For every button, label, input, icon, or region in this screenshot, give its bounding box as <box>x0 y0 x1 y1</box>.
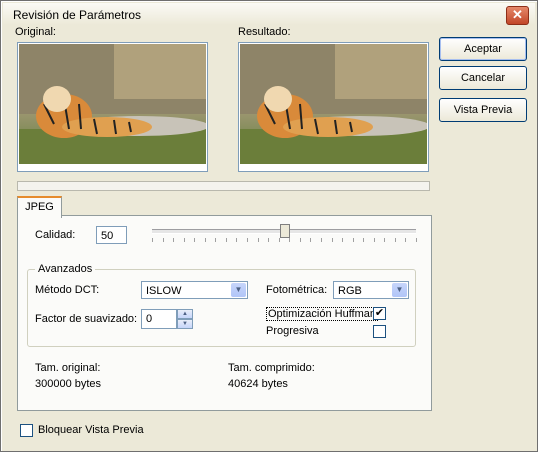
original-size-value: 300000 bytes <box>35 378 102 390</box>
check-icon: ✔ <box>374 307 385 319</box>
slider-tick <box>363 238 365 242</box>
original-label: Original: <box>15 26 56 38</box>
slider-tick <box>352 238 354 242</box>
slider-tick <box>225 238 227 242</box>
slider-tick <box>236 238 238 242</box>
cancel-button[interactable]: Cancelar <box>439 66 527 90</box>
slider-tick <box>416 238 417 242</box>
advanced-group-title: Avanzados <box>35 263 96 275</box>
slider-tick <box>394 238 396 242</box>
slider-tick <box>342 238 344 242</box>
smoothing-label: Factor de suavizado: <box>35 313 138 325</box>
compressed-size-label: Tam. comprimido: <box>228 362 315 374</box>
huffman-label[interactable]: Optimización Huffman <box>266 307 379 321</box>
result-preview <box>238 42 429 172</box>
dct-method-select[interactable]: ISLOW ▼ <box>141 281 248 299</box>
slider-tick <box>384 238 386 242</box>
slider-tick <box>373 238 375 242</box>
slider-tick <box>204 238 206 242</box>
slider-tick <box>247 238 249 242</box>
chevron-down-icon[interactable]: ▼ <box>392 283 407 297</box>
compressed-size-value: 40624 bytes <box>228 378 288 390</box>
photometric-select[interactable]: RGB ▼ <box>333 281 409 299</box>
progress-bar <box>17 181 430 191</box>
spin-up-icon[interactable]: ▲ <box>177 309 193 319</box>
quality-slider-thumb[interactable] <box>280 224 290 238</box>
slider-tick <box>257 238 259 242</box>
slider-tick <box>215 238 217 242</box>
smoothing-input[interactable]: 0 <box>141 309 177 329</box>
result-image <box>240 44 427 164</box>
slider-tick <box>173 238 175 242</box>
dialog-window: Revisión de Parámetros ✕ Original: Resul… <box>0 0 538 452</box>
slider-tick <box>162 238 164 242</box>
original-size-label: Tam. original: <box>35 362 101 374</box>
accept-button[interactable]: Aceptar <box>439 37 527 61</box>
progressive-label: Progresiva <box>266 325 319 337</box>
quality-label: Calidad: <box>35 229 76 241</box>
spin-down-icon[interactable]: ▼ <box>177 319 193 329</box>
slider-tick <box>310 238 312 242</box>
close-button[interactable]: ✕ <box>506 6 529 25</box>
slider-tick <box>331 238 333 242</box>
quality-input[interactable]: 50 <box>96 226 127 244</box>
chevron-down-icon[interactable]: ▼ <box>231 283 246 297</box>
progressive-checkbox[interactable] <box>373 325 386 338</box>
slider-tick <box>299 238 301 242</box>
slider-tick <box>278 238 280 242</box>
close-icon: ✕ <box>512 7 523 22</box>
slider-tick <box>268 238 270 242</box>
slider-tick <box>183 238 185 242</box>
original-image <box>19 44 206 164</box>
slider-tick <box>194 238 196 242</box>
dct-method-label: Método DCT: <box>35 284 100 296</box>
lock-preview-checkbox[interactable] <box>20 424 33 437</box>
slider-tick <box>289 238 291 242</box>
slider-tick <box>405 238 407 242</box>
title-bar[interactable]: Revisión de Parámetros ✕ <box>3 3 535 25</box>
dct-method-value: ISLOW <box>146 285 182 297</box>
huffman-checkbox[interactable]: ✔ <box>373 307 386 320</box>
slider-tick <box>320 238 322 242</box>
tab-jpeg[interactable]: JPEG <box>17 196 62 218</box>
slider-tick <box>152 238 153 242</box>
photometric-value: RGB <box>338 285 362 297</box>
result-label: Resultado: <box>238 26 291 38</box>
photometric-label: Fotométrica: <box>266 284 328 296</box>
lock-preview-label: Bloquear Vista Previa <box>38 424 144 436</box>
original-preview <box>17 42 208 172</box>
preview-button[interactable]: Vista Previa <box>439 98 527 122</box>
smoothing-spinner[interactable]: ▲ ▼ <box>177 309 193 329</box>
dialog-title: Revisión de Parámetros <box>13 8 142 22</box>
